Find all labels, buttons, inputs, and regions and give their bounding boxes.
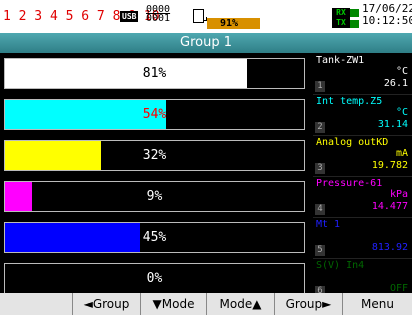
- bar-frame: 54%: [4, 99, 305, 130]
- bar-percent-label: 45%: [142, 230, 167, 245]
- channel-unit: kPa: [389, 189, 408, 200]
- bar-percent-label: 9%: [146, 189, 163, 204]
- usb-icon: USB: [120, 11, 139, 22]
- mode-up-button[interactable]: Mode▲: [207, 293, 275, 315]
- channel-unit: °C: [395, 66, 408, 77]
- memory-card-icon: [193, 9, 207, 23]
- bar-frame: 81%: [4, 58, 305, 89]
- function-key-bar: ◄Group ▼Mode Mode▲ Group► Menu: [0, 293, 412, 315]
- channel-name: Int temp.Z5: [316, 96, 383, 107]
- channel-number: 2: [315, 122, 325, 133]
- channel-unit: mA: [395, 148, 408, 159]
- channel-value: 813.92: [371, 242, 408, 253]
- channel-value: 31.14: [377, 119, 408, 130]
- channel-name: Pressure-61: [316, 178, 383, 189]
- bar-row: 81%: [0, 55, 313, 93]
- channel-number: 3: [315, 163, 325, 174]
- bar-frame: 9%: [4, 181, 305, 212]
- bar-row: 45%: [0, 219, 313, 257]
- channel-panel[interactable]: Mt 1 813.92 5: [313, 218, 412, 259]
- rx-indicator: [350, 9, 359, 17]
- mode-down-button[interactable]: ▼Mode: [141, 293, 207, 315]
- channel-unit: °C: [395, 107, 408, 118]
- rx-label: RX: [336, 8, 346, 17]
- tx-label: TX: [336, 18, 346, 27]
- previous-group-button[interactable]: ◄Group: [73, 293, 141, 315]
- bar-percent-label: 32%: [142, 148, 167, 163]
- bar-frame: 32%: [4, 140, 305, 171]
- bar-row: 9%: [0, 178, 313, 216]
- channel-name: S(V) In4: [316, 260, 365, 271]
- channel-number: 4: [315, 204, 325, 215]
- channel-name: Tank-ZW1: [316, 55, 365, 66]
- channel-value: 14.477: [371, 201, 408, 212]
- channel-panel[interactable]: Tank-ZW1 °C 26.1 1: [313, 54, 412, 95]
- tx-indicator: [350, 20, 359, 28]
- channel-number: 5: [315, 245, 325, 256]
- channel-panel[interactable]: Analog outKD mA 19.782 3: [313, 136, 412, 177]
- bar-frame: 0%: [4, 263, 305, 294]
- function-key-blank[interactable]: [0, 293, 73, 315]
- date-time: 17/06/22 10:12:50: [362, 3, 412, 27]
- channel-panel[interactable]: Pressure-61 kPa 14.477 4: [313, 177, 412, 218]
- bar-percent-label: 0%: [146, 271, 163, 286]
- memory-usage-percent: 91%: [220, 18, 239, 29]
- group-title: Group 1: [0, 33, 412, 53]
- bar-row: 54%: [0, 96, 313, 134]
- bar-percent-label: 54%: [142, 107, 167, 122]
- bar-percent-label: 81%: [142, 66, 167, 81]
- channel-name: Mt 1: [316, 219, 341, 230]
- channel-value: 19.782: [371, 160, 408, 171]
- bar-frame: 45%: [4, 222, 305, 253]
- channel-number: 1: [315, 81, 325, 92]
- time: 10:12:50: [362, 14, 412, 27]
- channel-name: Analog outKD: [316, 137, 389, 148]
- next-group-button[interactable]: Group►: [275, 293, 343, 315]
- rx-tx-icon: RX TX: [332, 8, 350, 28]
- status-bar: 1 2 3 4 5 6 7 8 9 10 USB 0000 0001 91% R…: [0, 0, 412, 33]
- menu-button[interactable]: Menu: [343, 293, 412, 315]
- record-counter: 0000 0001: [146, 5, 171, 24]
- counter-bottom: 0001: [146, 13, 171, 24]
- channel-panel[interactable]: Int temp.Z5 °C 31.14 2: [313, 95, 412, 136]
- channel-value: 26.1: [383, 78, 408, 89]
- bar-row: 32%: [0, 137, 313, 175]
